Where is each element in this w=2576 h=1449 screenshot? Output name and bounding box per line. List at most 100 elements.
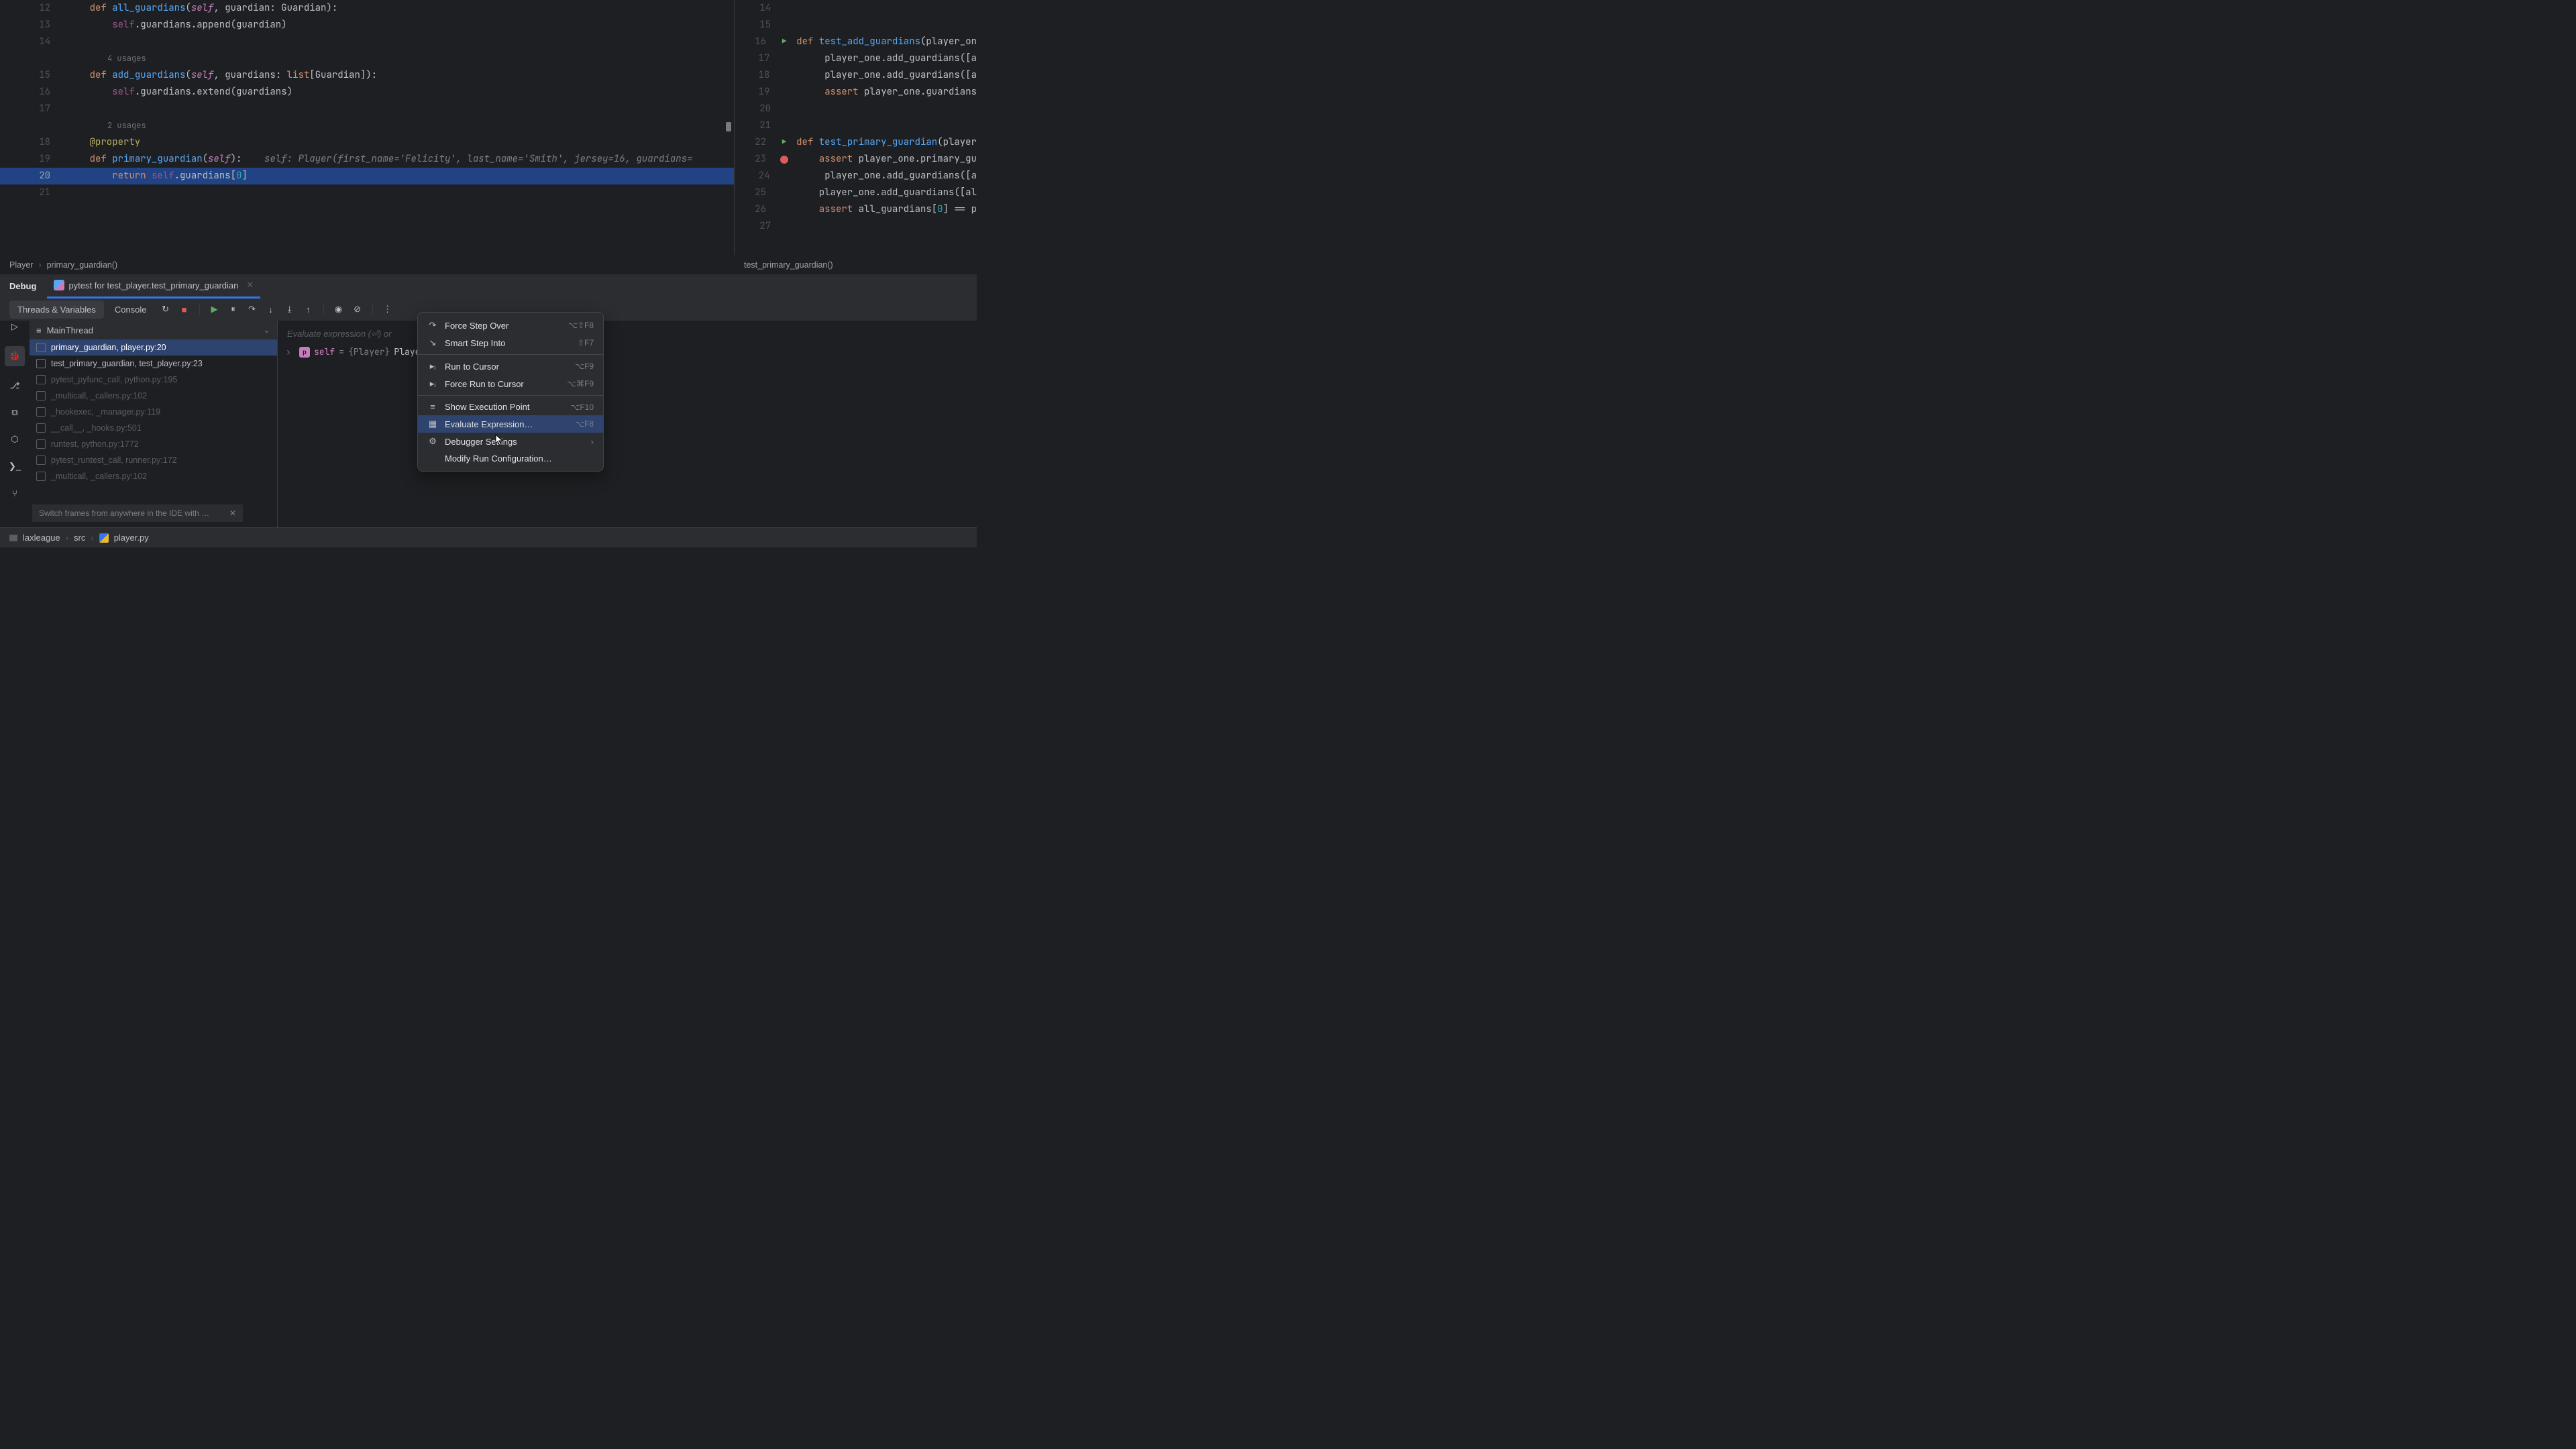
code-line[interactable]: 26 assert all_guardians[0] == p: [735, 201, 977, 218]
thread-selector[interactable]: ≡ MainThread ⌄: [30, 321, 277, 339]
code-line[interactable]: 22▶def test_primary_guardian(player: [735, 134, 977, 151]
menu-item[interactable]: ↘Smart Step Into⇧F7: [418, 334, 603, 352]
usage-hint[interactable]: 2 usages: [64, 117, 734, 134]
code-line[interactable]: 21: [735, 117, 977, 134]
breadcrumb-item[interactable]: Player: [9, 260, 33, 270]
debug-run-tab[interactable]: pytest for test_player.test_primary_guar…: [47, 274, 260, 299]
rerun-icon[interactable]: ↻: [158, 301, 174, 317]
hint-text: Switch frames from anywhere in the IDE w…: [39, 508, 209, 518]
code-line[interactable]: 20: [735, 101, 977, 117]
run-gutter-icon[interactable]: ▶: [782, 134, 787, 151]
menu-shortcut: ⇧F7: [578, 338, 594, 347]
code-line[interactable]: 25 player_one.add_guardians([al: [735, 184, 977, 201]
line-number: 22: [735, 134, 775, 151]
menu-item[interactable]: ▸ᵢForce Run to Cursor⌥⌘F9: [418, 375, 603, 392]
line-number: 25: [735, 184, 775, 201]
menu-item[interactable]: ▸ᵢRun to Cursor⌥F9: [418, 358, 603, 375]
code-line[interactable]: 17: [0, 101, 734, 117]
tab-console[interactable]: Console: [107, 301, 155, 319]
code-line[interactable]: 15 def add_guardians(self, guardians: li…: [0, 67, 734, 84]
status-file[interactable]: player.py: [114, 533, 149, 543]
expand-icon[interactable]: ›: [286, 346, 295, 358]
code-line[interactable]: 21: [0, 184, 734, 201]
scrollbar-marker[interactable]: [726, 122, 731, 131]
status-folder[interactable]: src: [74, 533, 85, 543]
code-line[interactable]: 16▶def test_add_guardians(player_on: [735, 34, 977, 50]
menu-shortcut: ⌥⇧F8: [568, 321, 594, 330]
step-out-icon[interactable]: ↑: [301, 301, 317, 317]
code-line[interactable]: 17 player_one.add_guardians([a: [735, 50, 977, 67]
stack-frame[interactable]: primary_guardian, player.py:20: [30, 339, 277, 356]
code-line[interactable]: 14: [735, 0, 977, 17]
code-line[interactable]: 19 assert player_one.guardians: [735, 84, 977, 101]
line-number: 27: [735, 218, 780, 235]
code-line[interactable]: 18 @property: [0, 134, 734, 151]
stack-frame[interactable]: _hookexec, _manager.py:119: [30, 404, 277, 420]
editor-right-pane[interactable]: 141516▶def test_add_guardians(player_on1…: [735, 0, 977, 255]
stack-frame[interactable]: pytest_pyfunc_call, python.py:195: [30, 372, 277, 388]
close-icon[interactable]: ✕: [229, 508, 236, 518]
menu-item[interactable]: Modify Run Configuration…: [418, 450, 603, 467]
git-tool-icon[interactable]: ⎇: [7, 378, 22, 393]
code-line[interactable]: 27: [735, 218, 977, 235]
breadcrumb-left[interactable]: Player › primary_guardian(): [0, 255, 735, 274]
step-into-my-icon[interactable]: ⤓: [282, 301, 298, 317]
line-number: 12: [0, 0, 64, 17]
line-number: 13: [0, 17, 64, 34]
menu-item[interactable]: ↷Force Step Over⌥⇧F8: [418, 317, 603, 334]
code-line[interactable]: 16 self.guardians.extend(guardians): [0, 84, 734, 101]
frame-file-icon: [36, 472, 46, 481]
code-line[interactable]: 13 self.guardians.append(guardian): [0, 17, 734, 34]
pause-icon[interactable]: ⏸: [225, 301, 241, 317]
hint-tip: Switch frames from anywhere in the IDE w…: [32, 504, 243, 522]
stack-frame[interactable]: _multicall, _callers.py:102: [30, 388, 277, 404]
line-number: 18: [0, 134, 64, 151]
breadcrumb-item[interactable]: primary_guardian(): [47, 260, 118, 270]
stack-frame[interactable]: test_primary_guardian, test_player.py:23: [30, 356, 277, 372]
step-over-icon[interactable]: ↷: [244, 301, 260, 317]
stack-frame[interactable]: __call__, _hooks.py:501: [30, 420, 277, 436]
menu-item[interactable]: ≡Show Execution Point⌥F10: [418, 398, 603, 415]
usage-hint[interactable]: 4 usages: [64, 50, 734, 67]
menu-item[interactable]: ▦Evaluate Expression…⌥F8: [418, 415, 603, 433]
stack-frame[interactable]: runtest, python.py:1772: [30, 436, 277, 452]
view-breakpoints-icon[interactable]: ◉: [331, 301, 347, 317]
code-line[interactable]: 24 player_one.add_guardians([a: [735, 168, 977, 184]
code-line[interactable]: 23 assert player_one.primary_gu: [735, 151, 977, 168]
evaluate-expression-input[interactable]: Evaluate expression (⏎) or: [284, 325, 970, 343]
variable-row[interactable]: › p self = {Player} Player(first_ /=16, …: [284, 343, 970, 360]
stack-frame[interactable]: pytest_runtest_call, runner.py:172: [30, 452, 277, 468]
menu-item[interactable]: ⚙Debugger Settings›: [418, 433, 603, 450]
close-icon[interactable]: ✕: [246, 280, 254, 290]
terminal-tool-icon[interactable]: ❯_: [7, 459, 22, 474]
code-line[interactable]: 12 def all_guardians(self, guardian: Gua…: [0, 0, 734, 17]
line-number: 16: [0, 84, 64, 101]
packages-tool-icon[interactable]: ⧉: [7, 405, 22, 420]
mute-breakpoints-icon[interactable]: ⊘: [350, 301, 366, 317]
vcs-tool-icon[interactable]: ⑂: [7, 486, 22, 500]
more-icon[interactable]: ⋮: [380, 301, 396, 317]
frame-file-icon: [36, 407, 46, 417]
status-project[interactable]: laxleague: [23, 533, 60, 543]
breakpoint-icon[interactable]: [780, 156, 788, 164]
menu-item-icon: ↷: [427, 320, 438, 331]
services-tool-icon[interactable]: ⬡: [7, 432, 22, 447]
run-gutter-icon[interactable]: ▶: [782, 34, 787, 50]
stack-frame[interactable]: _multicall, _callers.py:102: [30, 468, 277, 484]
resume-icon[interactable]: ▶: [207, 301, 223, 317]
var-name: self: [314, 346, 335, 358]
frame-file-icon: [36, 391, 46, 400]
code-line[interactable]: 14: [0, 34, 734, 50]
code-line[interactable]: 18 player_one.add_guardians([a: [735, 67, 977, 84]
code-line[interactable]: 19 def primary_guardian(self): self: Pla…: [0, 151, 734, 168]
code-line[interactable]: 20 return self.guardians[0]: [0, 168, 734, 184]
run-tool-icon[interactable]: ▷: [7, 319, 22, 334]
step-into-icon[interactable]: ↓: [263, 301, 279, 317]
breadcrumb-item[interactable]: test_primary_guardian(): [744, 260, 833, 270]
code-line[interactable]: 15: [735, 17, 977, 34]
stop-icon[interactable]: ■: [176, 301, 193, 317]
editor-left-pane[interactable]: 12 def all_guardians(self, guardian: Gua…: [0, 0, 735, 255]
debug-tool-icon[interactable]: 🐞: [5, 346, 25, 366]
breadcrumb-right[interactable]: test_primary_guardian(): [735, 255, 977, 274]
folder-icon: [9, 535, 17, 541]
